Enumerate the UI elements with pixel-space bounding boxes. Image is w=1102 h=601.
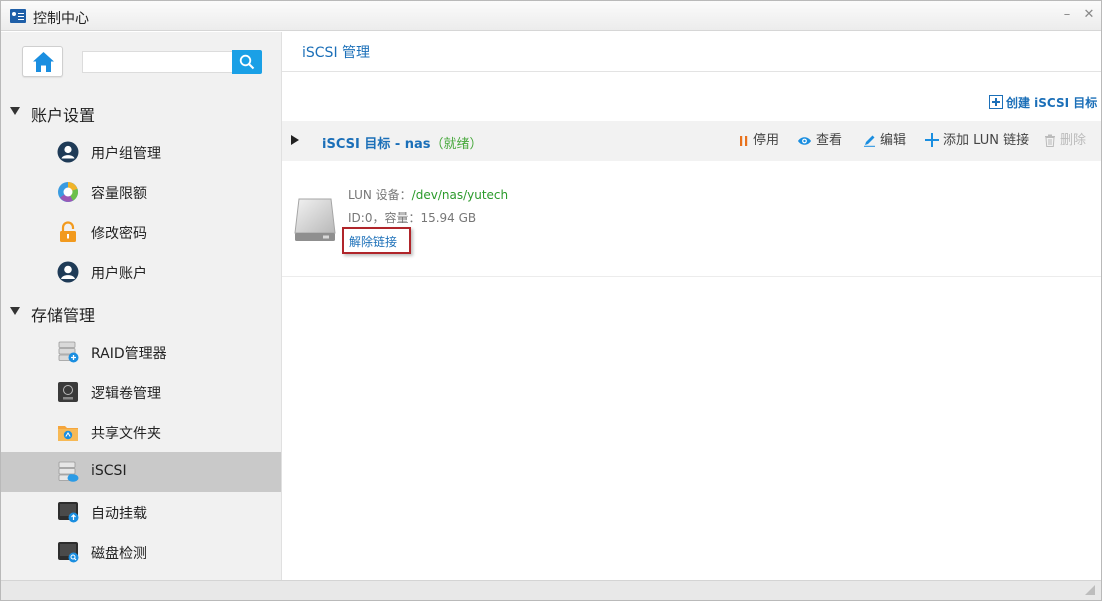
- lock-icon: [60, 221, 76, 242]
- divider: [282, 71, 1101, 72]
- sidebar-item-label: RAID管理器: [91, 346, 167, 362]
- sidebar-item-label: 自动挂载: [91, 506, 147, 522]
- iscsi-target-row[interactable]: iSCSI 目标 - nas（就绪） 停用 查看 编辑 添加 LUN 链接 删除: [282, 121, 1101, 161]
- search-button[interactable]: [232, 50, 262, 74]
- create-iscsi-target-button[interactable]: 创建 iSCSI 目标: [989, 94, 1097, 110]
- sidebar-item-raid[interactable]: RAID管理器: [1, 332, 281, 372]
- section-storage-management[interactable]: 存储管理: [1, 297, 281, 327]
- home-button[interactable]: [22, 46, 63, 77]
- delete-button[interactable]: 删除: [1044, 133, 1086, 149]
- close-icon[interactable]: ✕: [1081, 7, 1097, 23]
- user-group-icon: [57, 141, 79, 163]
- stop-button[interactable]: 停用: [739, 133, 779, 149]
- sidebar-item-label: 用户账户: [91, 266, 147, 282]
- add-lun-link-label: 添加 LUN 链接: [943, 133, 1030, 148]
- title-bar: 控制中心 – ✕: [1, 1, 1101, 31]
- section-label: 存储管理: [31, 306, 96, 325]
- sidebar-item-label: 逻辑卷管理: [91, 386, 161, 402]
- edit-label: 编辑: [880, 133, 907, 148]
- control-center-app-icon: [10, 9, 26, 23]
- pause-icon: [740, 136, 748, 146]
- edit-button[interactable]: 编辑: [863, 133, 906, 149]
- sidebar-item-partial: [1, 572, 281, 580]
- target-status: （就绪）: [430, 137, 483, 152]
- add-box-icon: [989, 95, 1003, 109]
- sidebar-item-iscsi[interactable]: iSCSI: [1, 452, 281, 492]
- section-label: 账户设置: [31, 106, 96, 125]
- sidebar-item-shared-folder[interactable]: 共享文件夹: [1, 412, 281, 452]
- sidebar-item-label: iSCSI: [91, 463, 127, 479]
- collapse-triangle-icon: [10, 307, 20, 315]
- sidebar-item-label: 修改密码: [91, 226, 147, 242]
- sidebar-item-label: 容量限额: [91, 186, 147, 202]
- collapse-triangle-icon: [10, 107, 20, 115]
- raid-icon: [58, 341, 79, 363]
- sidebar-item-user-account[interactable]: 用户账户: [1, 252, 281, 292]
- hard-disk-icon: [294, 198, 336, 241]
- automount-icon: [58, 502, 79, 523]
- add-lun-link-button[interactable]: 添加 LUN 链接: [925, 133, 1029, 149]
- expand-triangle-icon[interactable]: [291, 135, 299, 145]
- quota-pie-icon: [58, 182, 78, 202]
- disk-check-icon: [58, 542, 79, 563]
- sidebar-item-quota[interactable]: 容量限额: [1, 172, 281, 212]
- user-account-icon: [57, 261, 79, 283]
- shared-folder-icon: [58, 426, 78, 441]
- home-icon: [33, 52, 54, 72]
- resize-grip-icon[interactable]: [1085, 585, 1095, 595]
- eye-icon: [798, 137, 811, 145]
- target-name: iSCSI 目标 - nas（就绪）: [322, 137, 483, 152]
- sidebar-item-label: 用户组管理: [91, 146, 161, 162]
- sidebar-item-lvm[interactable]: 逻辑卷管理: [1, 372, 281, 412]
- lun-device: LUN 设备：/dev/nas/yutech: [348, 188, 509, 202]
- lun-row: LUN 设备：/dev/nas/yutech ID:0，容量：15.94 GB …: [282, 161, 1101, 277]
- unlink-button[interactable]: 解除链接: [349, 233, 397, 250]
- lun-info: ID:0，容量：15.94 GB: [348, 211, 477, 225]
- unlink-highlight: 解除链接: [342, 227, 411, 254]
- view-button[interactable]: 查看: [797, 133, 842, 149]
- control-center-window: 控制中心 – ✕ 账户设置 用户组管理 容量限额 修改密码 用户账户 存储管理 …: [0, 0, 1102, 601]
- sidebar-item-label: 共享文件夹: [91, 426, 161, 442]
- sidebar-item-disk-check[interactable]: 磁盘检测: [1, 532, 281, 572]
- delete-label: 删除: [1060, 133, 1087, 148]
- stop-label: 停用: [753, 133, 780, 148]
- pencil-icon: [864, 135, 875, 147]
- sidebar-item-label: 磁盘检测: [91, 546, 147, 562]
- minimize-icon[interactable]: –: [1059, 7, 1075, 23]
- create-iscsi-target-label: 创建 iSCSI 目标: [1006, 96, 1098, 110]
- sidebar-item-change-password[interactable]: 修改密码: [1, 212, 281, 252]
- view-label: 查看: [816, 133, 843, 148]
- trash-icon: [1045, 134, 1055, 147]
- lvm-icon: [58, 382, 78, 402]
- main-content: iSCSI 管理 创建 iSCSI 目标 iSCSI 目标 - nas（就绪） …: [282, 32, 1101, 580]
- window-title: 控制中心: [33, 11, 89, 27]
- page-title: iSCSI 管理: [302, 45, 371, 61]
- search-input[interactable]: [82, 51, 232, 73]
- sidebar: 账户设置 用户组管理 容量限额 修改密码 用户账户 存储管理 RAID管理器 逻…: [1, 32, 282, 580]
- section-account-settings[interactable]: 账户设置: [1, 97, 281, 127]
- sidebar-item-automount[interactable]: 自动挂载: [1, 492, 281, 532]
- lun-device-path: /dev/nas/yutech: [411, 188, 509, 202]
- plus-icon: [925, 133, 939, 147]
- search-icon: [239, 54, 255, 70]
- iscsi-icon: [58, 461, 79, 482]
- sidebar-item-user-group[interactable]: 用户组管理: [1, 132, 281, 172]
- status-bar: [1, 580, 1101, 600]
